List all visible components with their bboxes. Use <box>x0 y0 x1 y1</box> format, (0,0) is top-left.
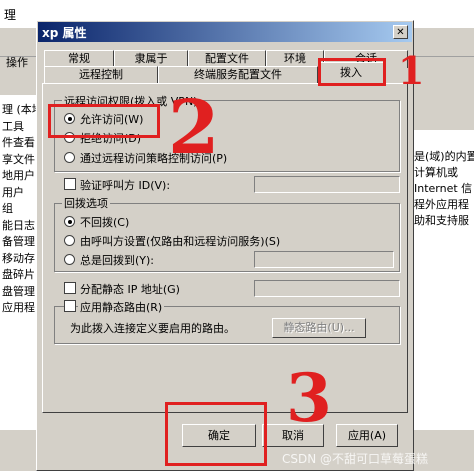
dial-in-tab-highlight <box>318 58 386 86</box>
routes-description: 为此拨入连接定义要启用的路由。 <box>70 322 235 335</box>
caller-id-field <box>254 176 400 193</box>
annotation-mark-2: 2 <box>168 85 220 171</box>
dialog-title: xp 属性 <box>42 26 87 40</box>
background-tree-item[interactable]: 盘碎片 <box>2 266 35 282</box>
background-tree-item[interactable]: 用户 <box>2 184 24 200</box>
background-tree-item[interactable]: 组 <box>2 200 13 216</box>
background-tree-item[interactable]: 应用程 <box>2 299 35 315</box>
background-tree-item[interactable]: 备管理 <box>2 233 35 249</box>
background-tree-item[interactable]: 移动存 <box>2 250 35 266</box>
always-callback-radio[interactable] <box>64 254 75 265</box>
tab-terminal-services-profile[interactable]: 终端服务配置文件 <box>158 66 318 84</box>
background-detail-pane: 是(域)的内置 计算机或 Internet 信程外应用程助和支持服 <box>412 130 474 430</box>
static-routes-button[interactable]: 静态路由(U)... <box>272 318 366 338</box>
background-menu-item[interactable]: 操作 <box>6 54 28 70</box>
close-icon[interactable]: ✕ <box>393 25 408 39</box>
caller-set-callback-label[interactable]: 由呼叫方设置(仅路由和远程访问服务)(S) <box>80 233 280 249</box>
annotation-mark-3: 3 <box>286 359 332 437</box>
caller-set-callback-radio[interactable] <box>64 235 75 246</box>
always-callback-label[interactable]: 总是回拨到(Y): <box>80 252 154 268</box>
no-callback-radio[interactable] <box>64 216 75 227</box>
callback-options-legend: 回拨选项 <box>62 195 110 211</box>
apply-button[interactable]: 应用(A) <box>336 424 398 447</box>
background-detail-text: Internet 信 <box>414 182 473 195</box>
watermark-text: CSDN @不甜可口草莓蛋糕 <box>282 452 429 466</box>
background-title-text: 理 <box>4 8 17 22</box>
static-ip-field <box>254 280 400 297</box>
background-detail-text: 助和支持服 <box>414 214 469 227</box>
background-detail-text: 程外应用程 <box>414 198 469 211</box>
annotation-mark-1: 1 <box>398 48 425 93</box>
background-tree-pane: 理 (本地 工具 件查看 享文件 地用户 用户组能日志 备管理 移动存 盘碎片 盘管理 应用程 <box>0 95 43 471</box>
policy-access-radio[interactable] <box>64 152 75 163</box>
dialog-title-bar[interactable]: xp 属性 <box>38 22 412 42</box>
no-callback-label[interactable]: 不回拨(C) <box>80 214 129 230</box>
background-detail-text: 是(域)的内置 <box>414 150 474 163</box>
background-tree-item[interactable]: 享文件 <box>2 151 35 167</box>
assign-static-ip-label[interactable]: 分配静态 IP 地址(G) <box>80 281 180 297</box>
ok-button-highlight <box>165 402 267 466</box>
tab-remote-control[interactable]: 远程控制 <box>44 66 158 84</box>
callback-number-field <box>254 251 394 268</box>
background-tree-item[interactable]: 盘管理 <box>2 283 35 299</box>
apply-static-routes-checkbox[interactable] <box>64 300 76 312</box>
background-tree-item[interactable]: 件查看 <box>2 134 35 150</box>
verify-caller-id-label[interactable]: 验证呼叫方 ID(V): <box>80 177 170 193</box>
background-tree-item[interactable]: 能日志 <box>2 217 35 233</box>
verify-caller-id-checkbox[interactable] <box>64 178 76 190</box>
allow-access-highlight <box>48 104 160 138</box>
background-detail-text: 计算机或 <box>414 166 458 179</box>
background-tree-item[interactable]: 地用户 <box>2 167 35 183</box>
apply-static-routes-label[interactable]: 应用静态路由(R) <box>78 299 165 315</box>
assign-static-ip-checkbox[interactable] <box>64 282 76 294</box>
background-tree-item[interactable]: 工具 <box>2 118 24 134</box>
